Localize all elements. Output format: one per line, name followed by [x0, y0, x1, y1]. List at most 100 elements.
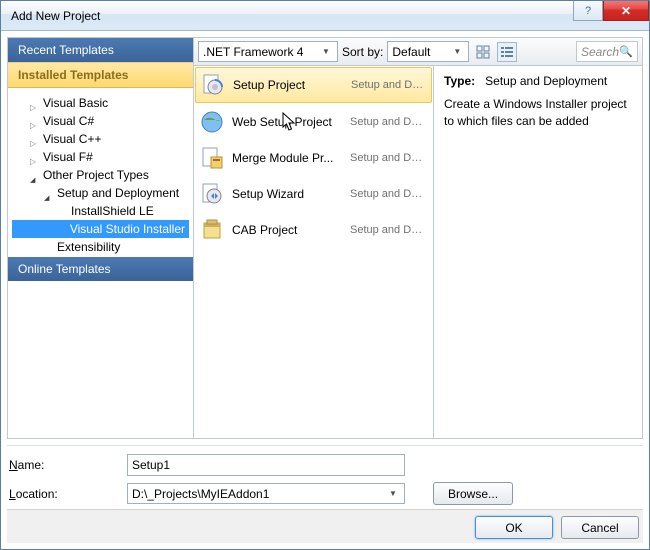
content-row: Setup ProjectSetup and Depl...Web Setup … [194, 66, 642, 438]
tree-item-label: Visual Studio Installer [70, 222, 185, 236]
tree-item[interactable]: Extensibility [12, 238, 189, 256]
upper-panel: Recent Templates Installed Templates Vis… [7, 37, 643, 439]
dialog-body: Recent Templates Installed Templates Vis… [1, 31, 649, 549]
tree-item[interactable]: Other Project Types [12, 166, 189, 184]
name-label: Name: [9, 458, 119, 472]
window-title: Add New Project [11, 9, 573, 23]
expand-closed-icon [30, 153, 39, 162]
tree-item-label: Setup and Deployment [57, 186, 179, 200]
main-panel: .NET Framework 4 ▼ Sort by: Default ▼ [193, 38, 642, 438]
form-area: Name: Setup1 Location: D:\_Projects\MyIE… [7, 445, 643, 509]
template-name: Setup Wizard [232, 187, 342, 201]
list-icon [500, 45, 514, 59]
titlebar[interactable]: Add New Project ? ✕ [1, 1, 649, 31]
sortby-combo[interactable]: Default ▼ [387, 41, 469, 62]
grid-icon [476, 45, 490, 59]
tree-item[interactable]: Visual C# [12, 112, 189, 130]
template-item[interactable]: Web Setup Project Setup and Depl... [194, 104, 433, 140]
tree-item-label: Visual C# [43, 114, 94, 128]
search-placeholder: Search [581, 45, 619, 59]
template-icon [200, 146, 224, 170]
ok-label: OK [505, 521, 522, 535]
template-item[interactable]: Setup Wizard Setup and Depl... [194, 176, 433, 212]
tree-item[interactable]: Setup and Deployment [12, 184, 189, 202]
sidebar-header-installed[interactable]: Installed Templates [8, 62, 193, 88]
location-label: Location: [9, 487, 119, 501]
template-item[interactable]: Merge Module Pr... Setup and Depl... [194, 140, 433, 176]
name-value: Setup1 [132, 458, 170, 472]
template-icon [200, 218, 224, 242]
template-icon [200, 110, 224, 134]
location-row: Location: D:\_Projects\MyIEAddon1 ▼ Brow… [9, 482, 641, 505]
browse-label: Browse... [448, 487, 498, 501]
template-list[interactable]: Setup ProjectSetup and Depl...Web Setup … [194, 66, 434, 438]
template-tree[interactable]: Visual Basic Visual C# Visual C++ Visual F#… [8, 88, 193, 257]
template-name: Merge Module Pr... [232, 151, 342, 165]
tree-item-label: Other Project Types [43, 168, 149, 182]
name-row: Name: Setup1 [9, 454, 641, 476]
sortby-label: Sort by: [342, 45, 383, 59]
detail-type-row: Type: Setup and Deployment [444, 74, 632, 88]
close-button[interactable]: ✕ [603, 1, 649, 21]
expand-none-icon [58, 225, 66, 234]
sidebar: Recent Templates Installed Templates Vis… [8, 38, 193, 438]
template-name: Setup Project [233, 78, 343, 92]
tree-item-label: InstallShield LE [71, 204, 154, 218]
tree-item[interactable]: Visual F# [12, 148, 189, 166]
detail-pane: Type: Setup and Deployment Create a Wind… [434, 66, 642, 438]
view-medium-icons-button[interactable] [473, 42, 493, 62]
tree-item-label: Extensibility [57, 240, 120, 254]
button-row: OK Cancel [7, 509, 643, 543]
chevron-down-icon: ▼ [319, 47, 333, 56]
name-input[interactable]: Setup1 [127, 454, 405, 476]
framework-combo[interactable]: .NET Framework 4 ▼ [198, 41, 338, 62]
search-icon: 🔍 [619, 45, 633, 58]
chevron-down-icon: ▼ [450, 47, 464, 56]
template-name: Web Setup Project [232, 115, 342, 129]
detail-type-value: Setup and Deployment [485, 74, 607, 88]
template-item[interactable]: CAB Project Setup and Depl... [194, 212, 433, 248]
template-icon [200, 182, 224, 206]
tree-item-label: Visual C++ [43, 132, 101, 146]
template-icon [201, 73, 225, 97]
chevron-down-icon: ▼ [386, 489, 400, 498]
browse-button[interactable]: Browse... [433, 482, 513, 505]
expand-closed-icon [30, 117, 39, 126]
detail-type-label: Type: [444, 74, 475, 88]
titlebar-buttons: ? ✕ [573, 1, 649, 30]
tree-item[interactable]: Visual Basic [12, 94, 189, 112]
location-value: D:\_Projects\MyIEAddon1 [132, 487, 386, 501]
tree-item-label: Visual F# [43, 150, 93, 164]
search-input[interactable]: Search 🔍 [576, 41, 638, 62]
template-item[interactable]: Setup Project Setup and Depl... [195, 67, 432, 103]
detail-description: Create a Windows Installer project to wh… [444, 96, 632, 130]
toolbar: .NET Framework 4 ▼ Sort by: Default ▼ [194, 38, 642, 66]
location-input[interactable]: D:\_Projects\MyIEAddon1 ▼ [127, 483, 405, 504]
template-category: Setup and Depl... [350, 188, 427, 200]
close-icon: ✕ [621, 4, 631, 18]
expand-none-icon [58, 207, 67, 216]
framework-value: .NET Framework 4 [203, 45, 319, 59]
expand-closed-icon [30, 99, 39, 108]
tree-item[interactable]: Visual Studio Installer [12, 220, 189, 238]
expand-none-icon [44, 243, 53, 252]
tree-item-label: Visual Basic [43, 96, 108, 110]
expand-closed-icon [30, 135, 39, 144]
cancel-label: Cancel [581, 521, 618, 535]
template-category: Setup and Depl... [350, 116, 427, 128]
view-small-icons-button[interactable] [497, 42, 517, 62]
cancel-button[interactable]: Cancel [561, 516, 639, 539]
expand-open-icon [44, 189, 53, 198]
template-category: Setup and Depl... [351, 79, 426, 91]
sidebar-header-recent[interactable]: Recent Templates [8, 38, 193, 62]
sidebar-header-online[interactable]: Online Templates [8, 257, 193, 281]
template-category: Setup and Depl... [350, 152, 427, 164]
tree-item[interactable]: InstallShield LE [12, 202, 189, 220]
template-name: CAB Project [232, 223, 342, 237]
help-button[interactable]: ? [573, 1, 603, 21]
sortby-value: Default [392, 45, 450, 59]
tree-item[interactable]: Visual C++ [12, 130, 189, 148]
ok-button[interactable]: OK [475, 516, 553, 539]
expand-open-icon [30, 171, 39, 180]
template-category: Setup and Depl... [350, 224, 427, 236]
